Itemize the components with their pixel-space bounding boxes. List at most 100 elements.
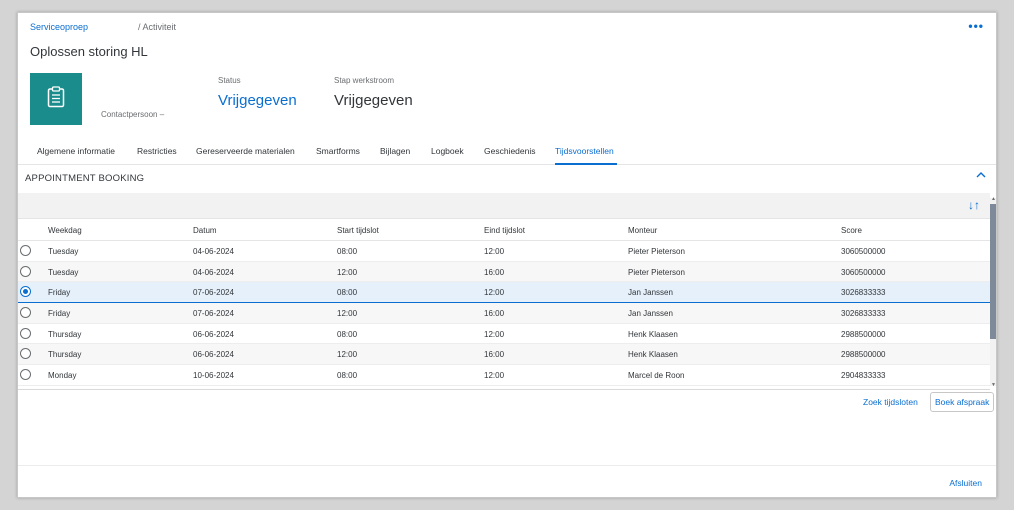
tab-tijdsvoorstellen[interactable]: Tijdsvoorstellen [555, 146, 614, 156]
tab-logboek[interactable]: Logboek [431, 146, 464, 156]
cell-mechanic: Henk Klaasen [628, 350, 678, 360]
search-timeslots-button[interactable]: Zoek tijdsloten [863, 397, 918, 407]
app-window: Serviceoproep / Activiteit ••• Oplossen … [17, 12, 997, 498]
tab-bar: Algemene informatie Restricties Gereserv… [18, 139, 996, 165]
column-header-weekday[interactable]: Weekdag [48, 226, 82, 235]
cell-mechanic: Pieter Pieterson [628, 247, 685, 256]
row-select-radio[interactable] [20, 286, 31, 298]
table-row[interactable]: Thursday 06-06-2024 12:00 16:00 Henk Kla… [18, 344, 990, 366]
appointment-table: Weekdag Datum Start tijdslot Eind tijdsl… [18, 220, 990, 386]
cell-weekday: Friday [48, 288, 71, 298]
close-button[interactable]: Afsluiten [949, 478, 982, 488]
row-select-radio[interactable] [20, 348, 31, 360]
tab-gereserveerde-materialen[interactable]: Gereserveerde materialen [196, 146, 295, 156]
sort-icon[interactable]: ↓↑ [968, 198, 980, 212]
scroll-up-icon[interactable]: ▲ [991, 196, 996, 202]
cell-weekday: Friday [48, 309, 71, 319]
row-select-radio[interactable] [20, 327, 31, 339]
cell-score: 2904833333 [841, 371, 886, 381]
cell-mechanic: Jan Janssen [628, 288, 673, 298]
workflow-step-block: Stap werkstroom Vrijgegeven [334, 76, 413, 109]
status-label: Status [218, 76, 241, 85]
page-title: Oplossen storing HL [30, 44, 148, 59]
avatar [30, 73, 82, 125]
cell-end: 16:00 [484, 267, 505, 277]
cell-end: 16:00 [484, 350, 505, 360]
cell-date: 06-06-2024 [193, 329, 234, 339]
tab-algemene-informatie[interactable]: Algemene informatie [37, 146, 115, 156]
tab-restricties[interactable]: Restricties [137, 146, 177, 156]
table-header: Weekdag Datum Start tijdslot Eind tijdsl… [18, 220, 990, 241]
cell-mechanic: Jan Janssen [628, 309, 673, 319]
cell-score: 2988500000 [841, 350, 886, 360]
table-row[interactable]: Thursday 06-06-2024 08:00 12:00 Henk Kla… [18, 324, 990, 345]
cell-score: 3060500000 [841, 247, 886, 256]
row-select-radio[interactable] [20, 245, 31, 256]
table-toolbar: ↓↑ [18, 193, 990, 219]
cell-end: 12:00 [484, 329, 505, 339]
row-select-radio[interactable] [20, 369, 31, 381]
column-header-mechanic[interactable]: Monteur [628, 226, 657, 235]
cell-end: 16:00 [484, 309, 505, 319]
row-select-radio[interactable] [20, 307, 31, 319]
table-row[interactable]: Monday 10-06-2024 08:00 12:00 Marcel de … [18, 365, 990, 386]
workflow-step-label: Stap werkstroom [334, 76, 395, 85]
breadcrumb-current: / Activiteit [138, 22, 177, 32]
cell-end: 12:00 [484, 288, 505, 298]
cell-mechanic: Pieter Pieterson [628, 267, 685, 277]
table-row-selected[interactable]: Friday 07-06-2024 08:00 12:00 Jan Jansse… [18, 282, 990, 304]
column-header-score[interactable]: Score [841, 226, 862, 235]
cell-weekday: Thursday [48, 329, 82, 339]
cell-start: 08:00 [337, 288, 358, 298]
cell-start: 08:00 [337, 371, 358, 381]
cell-score: 3060500000 [841, 267, 886, 277]
cell-date: 04-06-2024 [193, 267, 234, 277]
cell-date: 10-06-2024 [193, 371, 234, 381]
chevron-up-icon[interactable] [976, 171, 986, 182]
cell-start: 08:00 [337, 329, 358, 339]
more-actions-button[interactable]: ••• [968, 19, 984, 33]
cell-date: 07-06-2024 [193, 288, 234, 298]
screenshot-frame: Serviceoproep / Activiteit ••• Oplossen … [0, 0, 1014, 510]
workflow-step-value: Vrijgegeven [334, 92, 413, 109]
section-title: APPOINTMENT BOOKING [25, 173, 145, 184]
contact-person: Contactpersoon – [101, 110, 165, 119]
row-select-radio[interactable] [20, 265, 31, 277]
cell-mechanic: Henk Klaasen [628, 329, 678, 339]
cell-mechanic: Marcel de Roon [628, 371, 685, 381]
table-bottom-divider [18, 389, 990, 390]
cell-weekday: Tuesday [48, 247, 79, 256]
column-header-end[interactable]: Eind tijdslot [484, 226, 525, 235]
cell-start: 08:00 [337, 247, 358, 256]
cell-start: 12:00 [337, 350, 358, 360]
table-row[interactable]: Tuesday 04-06-2024 12:00 16:00 Pieter Pi… [18, 261, 990, 283]
cell-start: 12:00 [337, 309, 358, 319]
table-scrollbar[interactable]: ▲ ▼ [990, 196, 996, 388]
clipboard-icon [47, 85, 65, 113]
cell-score: 3026833333 [841, 309, 886, 319]
cell-end: 12:00 [484, 371, 505, 381]
cell-date: 07-06-2024 [193, 309, 234, 319]
scroll-down-icon[interactable]: ▼ [991, 382, 996, 388]
tab-smartforms[interactable]: Smartforms [316, 146, 360, 156]
cell-score: 3026833333 [841, 288, 886, 298]
column-header-start[interactable]: Start tijdslot [337, 226, 379, 235]
cell-weekday: Tuesday [48, 267, 79, 277]
scrollbar-thumb[interactable] [990, 204, 996, 339]
active-tab-indicator [555, 163, 617, 165]
cell-weekday: Monday [48, 371, 77, 381]
cell-weekday: Thursday [48, 350, 82, 360]
cell-score: 2988500000 [841, 329, 886, 339]
cell-end: 12:00 [484, 247, 505, 256]
cell-date: 06-06-2024 [193, 350, 234, 360]
table-row[interactable]: Friday 07-06-2024 12:00 16:00 Jan Jansse… [18, 303, 990, 324]
status-block: Status Vrijgegeven [218, 76, 297, 109]
book-appointment-button[interactable]: Boek afspraak [930, 392, 995, 412]
cell-start: 12:00 [337, 267, 358, 277]
tab-bijlagen[interactable]: Bijlagen [380, 146, 410, 156]
breadcrumb-link-serviceoproep[interactable]: Serviceoproep [30, 22, 88, 32]
table-row[interactable]: Tuesday 04-06-2024 08:00 12:00 Pieter Pi… [18, 241, 990, 262]
column-header-date[interactable]: Datum [193, 226, 217, 235]
section-header: APPOINTMENT BOOKING [18, 166, 996, 190]
tab-geschiedenis[interactable]: Geschiedenis [484, 146, 536, 156]
